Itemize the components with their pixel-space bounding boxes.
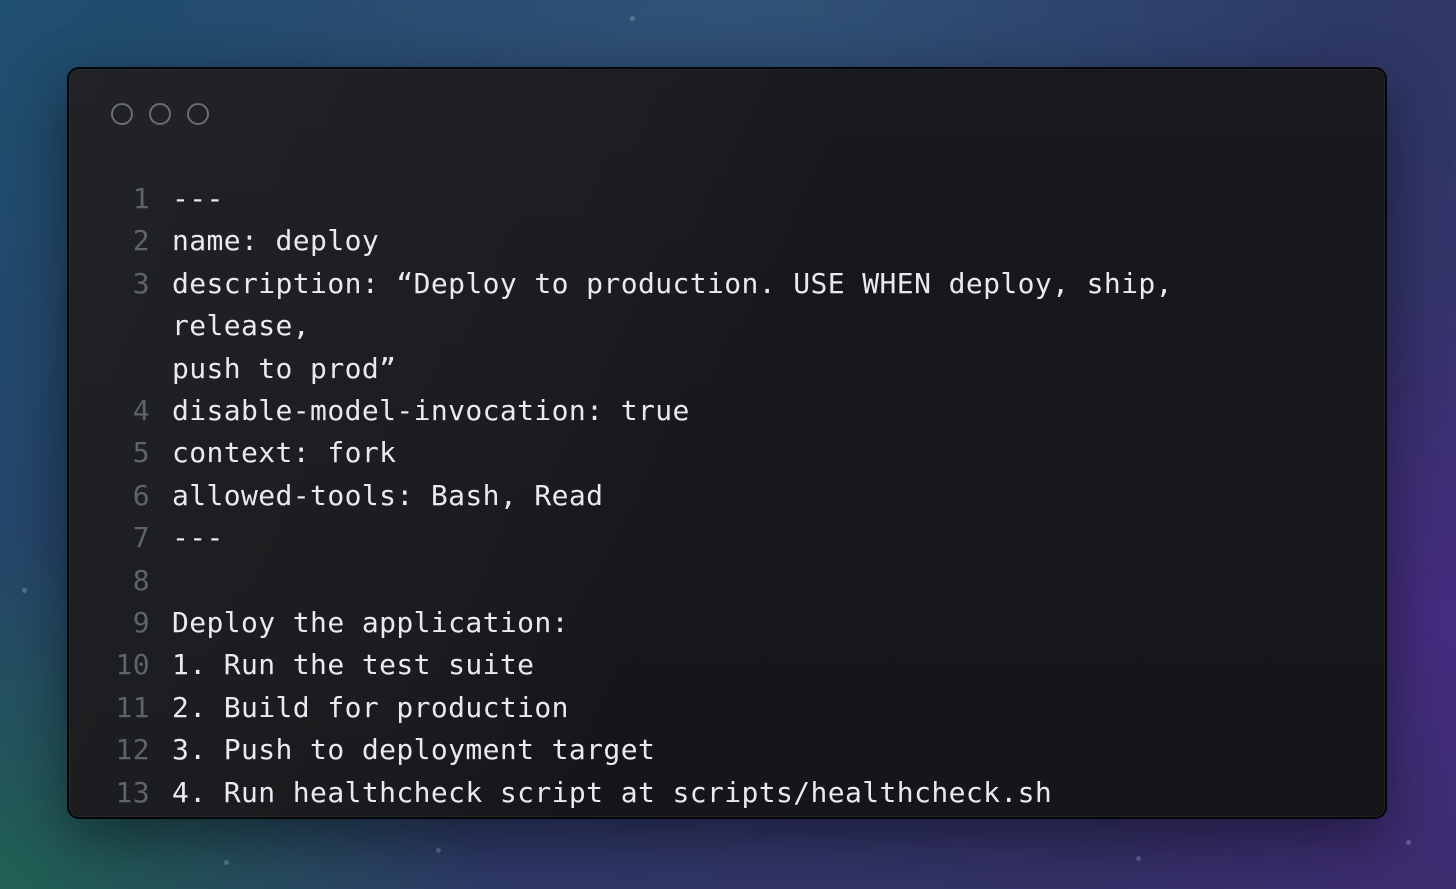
code-line: 4 disable-model-invocation: true	[113, 390, 1315, 432]
line-number: 1	[132, 182, 150, 215]
code-line: 11 2. Build for production	[113, 687, 1315, 729]
code-line: 10 1. Run the test suite	[113, 644, 1315, 686]
code-line: 13 4. Run healthcheck script at scripts/…	[113, 772, 1315, 814]
code-text: context: fork	[172, 436, 397, 470]
code-line: 9 Deploy the application:	[113, 602, 1315, 644]
line-number: 7	[132, 521, 150, 555]
code-text: 4. Run healthcheck script at scripts/hea…	[172, 775, 1053, 809]
background-dot	[22, 588, 27, 593]
code-line: 12 3. Push to deployment target	[113, 729, 1315, 771]
code-window: 1 --- 2 name: deploy 3 description: “Dep…	[67, 67, 1387, 819]
line-number: 6	[132, 478, 150, 512]
code-text: 2. Build for production	[172, 690, 569, 724]
line-number: 11	[115, 690, 150, 724]
line-number: 2	[132, 224, 150, 258]
line-number: 9	[132, 606, 150, 640]
code-text: disable-model-invocation: true	[172, 394, 690, 428]
line-number: 5	[132, 436, 150, 470]
background-dot	[436, 848, 441, 853]
code-line: 2 name: deploy	[113, 220, 1315, 262]
code-text: name: deploy	[172, 224, 380, 258]
code-block: 1 --- 2 name: deploy 3 description: “Dep…	[113, 178, 1315, 814]
line-number: 8	[132, 563, 150, 597]
code-text: Deploy the application:	[172, 606, 569, 640]
line-number: 12	[115, 733, 150, 767]
code-text: ---	[172, 182, 224, 215]
code-line: 5 context: fork	[113, 432, 1315, 474]
line-number: 4	[132, 394, 150, 428]
minimize-window-circle-icon[interactable]	[149, 103, 171, 125]
code-line: 8	[113, 560, 1315, 602]
code-text: ---	[172, 521, 224, 555]
background-dot	[630, 16, 635, 21]
code-text: description: “Deploy to production. USE …	[172, 266, 1173, 385]
background-dot	[1406, 840, 1411, 845]
line-number: 3	[132, 266, 150, 300]
line-number: 10	[115, 648, 150, 682]
code-text: 1. Run the test suite	[172, 648, 535, 682]
maximize-window-circle-icon[interactable]	[187, 103, 209, 125]
line-number: 13	[115, 775, 150, 809]
background-dot	[1136, 856, 1141, 861]
code-line: 1 ---	[113, 178, 1315, 220]
code-text: 3. Push to deployment target	[172, 733, 656, 767]
code-line: 7 ---	[113, 517, 1315, 559]
window-controls	[111, 103, 209, 125]
close-window-circle-icon[interactable]	[111, 103, 133, 125]
background-dot	[224, 860, 229, 865]
code-text: allowed-tools: Bash, Read	[172, 478, 604, 512]
code-line: 6 allowed-tools: Bash, Read	[113, 475, 1315, 517]
code-line: 3 description: “Deploy to production. US…	[113, 263, 1315, 390]
